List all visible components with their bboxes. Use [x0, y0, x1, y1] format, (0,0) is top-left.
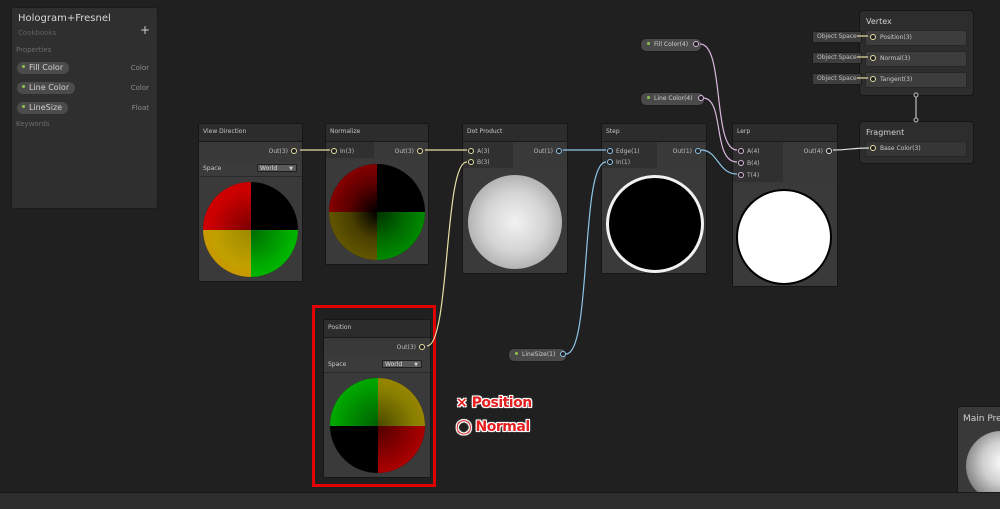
line-size-property-node[interactable]: LineSize(1)	[508, 348, 567, 362]
port-connector-icon[interactable]	[331, 147, 337, 154]
node-header[interactable]: View Direction	[199, 124, 302, 142]
port-connector-icon[interactable]	[738, 147, 744, 154]
view-direction-node[interactable]: View Direction Out(3) Space World ▼	[198, 123, 303, 282]
input-port-b[interactable]: B(4)	[738, 158, 760, 169]
vertex-position-block[interactable]: Position(3)	[865, 30, 967, 46]
vertex-context[interactable]: Vertex Position(3) Normal(3) Tangent(3)	[859, 10, 974, 96]
main-preview-panel[interactable]: Main Preview	[957, 406, 1000, 492]
node-header[interactable]: Normalize	[326, 124, 428, 142]
property-dot-icon	[515, 352, 518, 355]
output-port[interactable]: Out(1)	[534, 146, 562, 157]
output-port[interactable]: Out(3)	[395, 146, 423, 157]
output-port[interactable]: Out(1)	[673, 146, 701, 157]
position-space-tag: Object Space	[812, 31, 862, 43]
property-line-size[interactable]: LineSize	[17, 102, 69, 114]
vertex-normal-block[interactable]: Normal(3)	[865, 51, 967, 67]
dot-product-node[interactable]: Dot Product A(3) B(3) Out(1)	[462, 123, 568, 274]
node-header[interactable]: Lerp	[733, 124, 837, 142]
vertex-title: Vertex	[866, 17, 892, 26]
output-port[interactable]: Out(3)	[269, 146, 297, 157]
preview-sphere	[468, 175, 562, 269]
fill-color-property-node[interactable]: Fill Color(4)	[640, 38, 702, 52]
input-port-b[interactable]: B(3)	[468, 157, 490, 168]
main-preview-title: Main Preview	[963, 414, 1000, 424]
node-preview	[602, 170, 706, 273]
status-bar	[0, 492, 1000, 509]
preview-sphere	[736, 189, 832, 285]
property-type: Color	[130, 64, 149, 72]
property-type: Float	[131, 104, 149, 112]
lerp-node[interactable]: Lerp A(4) B(4) T(4) Out(4)	[732, 123, 838, 287]
fragment-base-color-block[interactable]: Base Color(3)	[865, 141, 967, 157]
port-connector-icon[interactable]	[560, 350, 567, 357]
port-connector-icon[interactable]	[556, 147, 562, 154]
fragment-context[interactable]: Fragment Base Color(3)	[859, 121, 974, 164]
node-preview	[463, 170, 567, 273]
preview-sphere	[966, 431, 1000, 492]
property-dot-icon	[647, 42, 650, 45]
tangent-space-tag: Object Space	[812, 73, 862, 85]
output-port[interactable]: Out(4)	[804, 146, 832, 157]
input-port-edge[interactable]: Edge(1)	[607, 146, 640, 157]
port-connector-icon[interactable]	[468, 147, 474, 154]
property-line-color[interactable]: Line Color	[17, 82, 76, 94]
property-fill-color[interactable]: Fill Color	[17, 62, 70, 74]
annotation-wrong: × Position	[456, 395, 532, 411]
vertex-tangent-block[interactable]: Tangent(3)	[865, 72, 967, 88]
property-dot-icon	[22, 65, 25, 68]
graph-path: Cookbooks	[18, 29, 57, 37]
shader-graph-canvas[interactable]: Hologram+Fresnel Cookbooks + Properties …	[0, 0, 1000, 492]
step-node[interactable]: Step Edge(1) In(1) Out(1)	[601, 123, 707, 274]
port-connector-icon[interactable]	[417, 147, 423, 154]
input-port-a[interactable]: A(4)	[738, 146, 760, 157]
node-header[interactable]: Dot Product	[463, 124, 567, 142]
input-port-a[interactable]: A(3)	[468, 146, 490, 157]
port-connector-icon[interactable]	[870, 144, 876, 151]
port-connector-icon[interactable]	[607, 158, 613, 165]
normal-space-tag: Object Space	[812, 52, 862, 64]
line-color-property-node[interactable]: Line Color(4)	[640, 92, 705, 106]
input-port[interactable]: In(3)	[331, 146, 354, 157]
preview-sphere	[203, 182, 298, 277]
input-port-t[interactable]: T(4)	[738, 170, 759, 181]
node-preview	[733, 185, 837, 286]
normalize-node[interactable]: Normalize In(3) Out(3)	[325, 123, 429, 265]
fragment-title: Fragment	[866, 128, 905, 137]
input-port-in[interactable]: In(1)	[607, 157, 630, 168]
port-connector-icon[interactable]	[738, 171, 744, 178]
preview-sphere	[329, 164, 425, 260]
port-connector-icon[interactable]	[870, 54, 876, 61]
property-type: Color	[130, 84, 149, 92]
port-connector-icon[interactable]	[468, 158, 474, 165]
property-dot-icon	[647, 96, 650, 99]
port-connector-icon[interactable]	[695, 147, 701, 154]
annotation-correct: ◯ Normal	[456, 419, 530, 435]
highlight-box	[312, 305, 436, 487]
port-connector-icon[interactable]	[870, 75, 876, 82]
port-connector-icon[interactable]	[291, 147, 297, 154]
node-preview	[326, 160, 428, 264]
preview-sphere	[606, 175, 704, 273]
property-dot-icon	[22, 105, 25, 108]
node-header[interactable]: Step	[602, 124, 706, 142]
port-connector-icon[interactable]	[738, 159, 744, 166]
node-preview	[199, 177, 302, 281]
add-property-button[interactable]: +	[140, 24, 150, 36]
port-connector-icon[interactable]	[697, 94, 704, 101]
port-connector-icon[interactable]	[693, 40, 700, 47]
chevron-down-icon: ▼	[289, 166, 293, 172]
port-connector-icon[interactable]	[826, 147, 832, 154]
graph-title: Hologram+Fresnel	[18, 13, 111, 24]
port-connector-icon[interactable]	[607, 147, 613, 154]
space-control: Space World ▼	[199, 162, 302, 177]
keywords-header: Keywords	[16, 120, 50, 128]
port-connector-icon[interactable]	[870, 33, 876, 40]
blackboard-panel: Hologram+Fresnel Cookbooks + Properties …	[11, 7, 158, 209]
space-dropdown[interactable]: World ▼	[257, 164, 297, 172]
property-dot-icon	[22, 85, 25, 88]
properties-header: Properties	[16, 46, 52, 54]
